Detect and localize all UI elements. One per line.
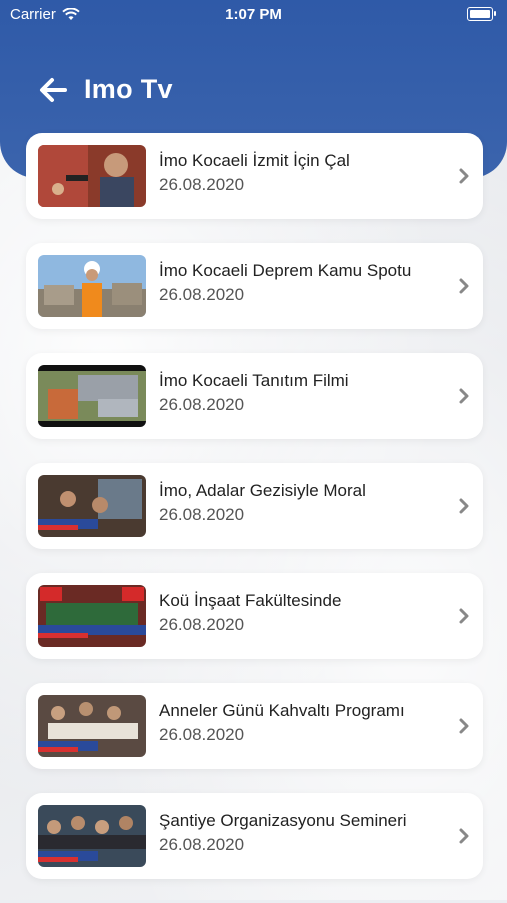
chevron-right-icon (459, 498, 469, 514)
video-title: İmo Kocaeli Deprem Kamu Spotu (159, 261, 412, 280)
video-thumbnail (38, 145, 146, 207)
page-title: Imo Tv (84, 74, 173, 104)
video-title: İmo, Adalar Gezisiyle Moral (159, 481, 366, 500)
chevron-right-icon (459, 388, 469, 404)
video-item[interactable]: İmo Kocaeli İzmit İçin Çal 26.08.2020 (26, 133, 483, 219)
video-item[interactable]: Koü İnşaat Fakültesinde 26.08.2020 (26, 573, 483, 659)
video-thumbnail (38, 585, 146, 647)
video-info: Anneler Günü Kahvaltı Programı 26.08.202… (159, 701, 447, 745)
video-info: İmo Kocaeli İzmit İçin Çal 26.08.2020 (159, 151, 447, 195)
video-thumbnail (38, 365, 146, 427)
video-item[interactable]: İmo Kocaeli Tanıtım Filmi 26.08.2020 (26, 353, 483, 439)
video-date: 26.08.2020 (159, 505, 245, 524)
video-title: Şantiye Organizasyonu Semineri (159, 811, 407, 830)
video-thumbnail (38, 475, 146, 537)
video-date: 26.08.2020 (159, 835, 245, 854)
video-item[interactable]: Şantiye Organizasyonu Semineri 26.08.202… (26, 793, 483, 879)
video-title: Koü İnşaat Fakültesinde (159, 591, 342, 610)
nav-bar: Imo Tv (38, 74, 173, 105)
chevron-right-icon (459, 828, 469, 844)
video-thumbnail (38, 805, 146, 867)
status-bar: Carrier 1:07 PM (0, 0, 507, 28)
video-item[interactable]: İmo, Adalar Gezisiyle Moral 26.08.2020 (26, 463, 483, 549)
video-date: 26.08.2020 (159, 615, 245, 634)
chevron-right-icon (459, 608, 469, 624)
arrow-left-icon (40, 77, 67, 102)
status-time: 1:07 PM (225, 6, 282, 23)
chevron-right-icon (459, 278, 469, 294)
video-info: Şantiye Organizasyonu Semineri 26.08.202… (159, 811, 447, 855)
back-button[interactable] (38, 75, 68, 105)
chevron-right-icon (459, 718, 469, 734)
video-list: İmo Kocaeli İzmit İçin Çal 26.08.2020 İm… (26, 133, 483, 903)
chevron-right-icon (459, 168, 469, 184)
video-date: 26.08.2020 (159, 175, 245, 194)
battery-icon (467, 7, 496, 21)
video-date: 26.08.2020 (159, 285, 245, 304)
video-thumbnail (38, 695, 146, 757)
video-item[interactable]: Anneler Günü Kahvaltı Programı 26.08.202… (26, 683, 483, 769)
video-info: İmo Kocaeli Tanıtım Filmi 26.08.2020 (159, 371, 447, 415)
video-info: Koü İnşaat Fakültesinde 26.08.2020 (159, 591, 447, 635)
video-title: İmo Kocaeli İzmit İçin Çal (159, 151, 350, 170)
video-title: Anneler Günü Kahvaltı Programı (159, 701, 405, 720)
video-title: İmo Kocaeli Tanıtım Filmi (159, 371, 349, 390)
video-date: 26.08.2020 (159, 725, 245, 744)
video-item[interactable]: İmo Kocaeli Deprem Kamu Spotu 26.08.2020 (26, 243, 483, 329)
video-date: 26.08.2020 (159, 395, 245, 414)
video-info: İmo, Adalar Gezisiyle Moral 26.08.2020 (159, 481, 447, 525)
video-thumbnail (38, 255, 146, 317)
video-info: İmo Kocaeli Deprem Kamu Spotu 26.08.2020 (159, 261, 447, 305)
